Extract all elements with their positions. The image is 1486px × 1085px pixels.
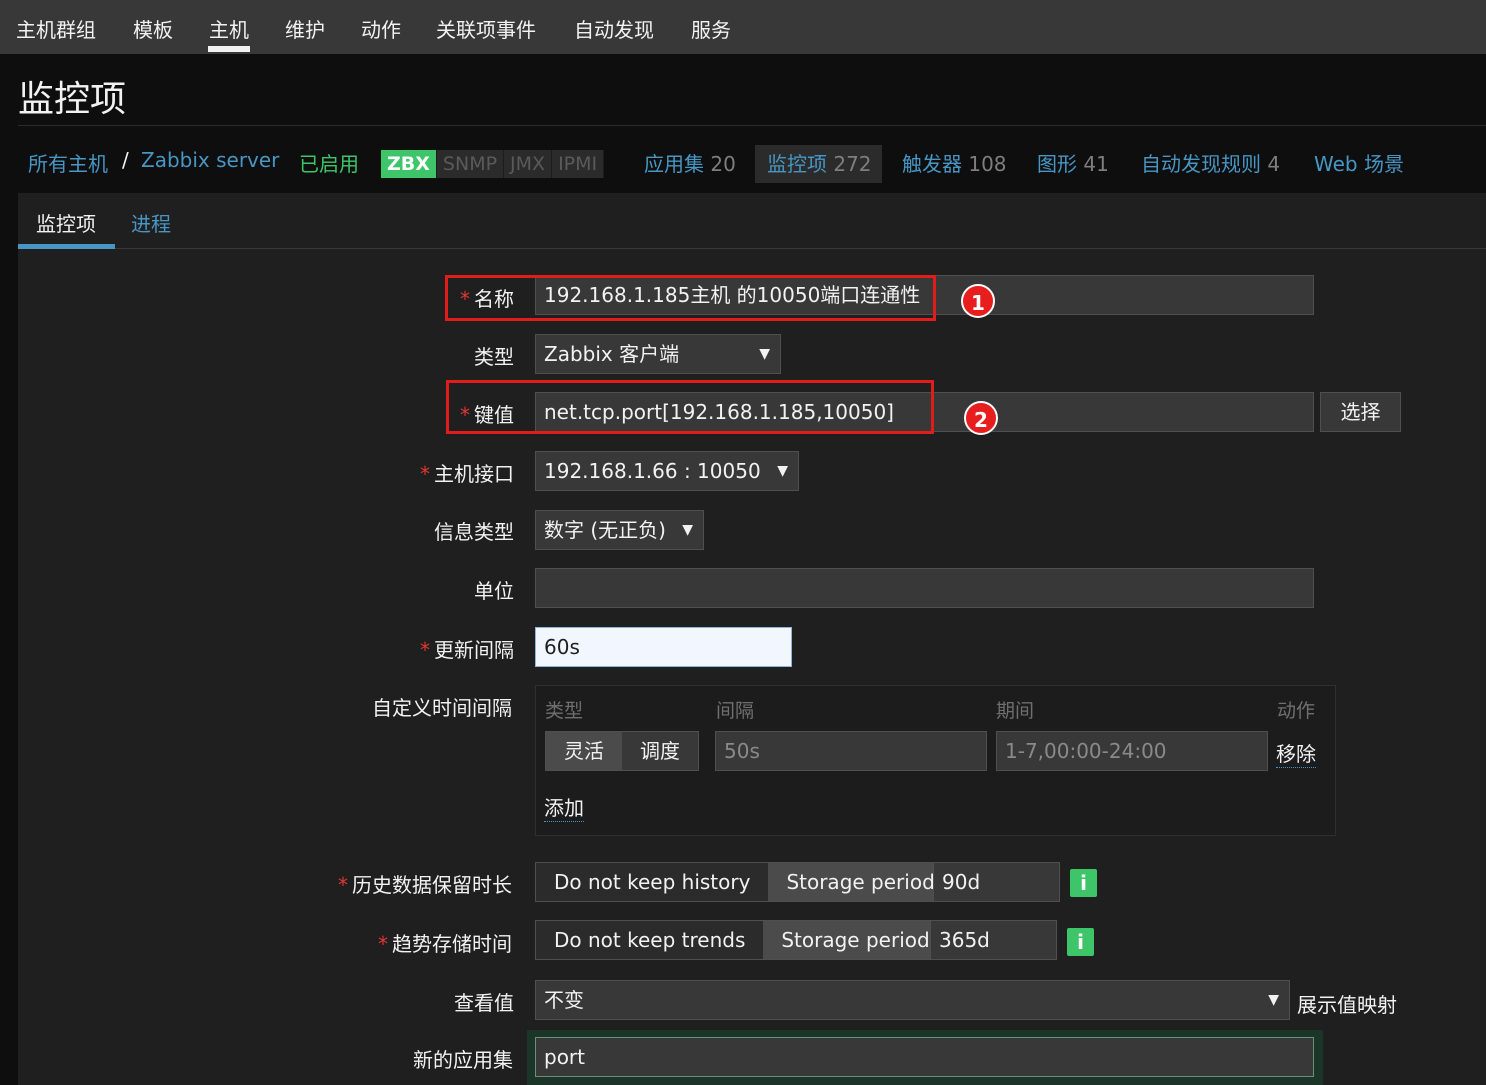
custom-type-toggle: 灵活 调度	[545, 731, 699, 771]
breadcrumb-all-hosts[interactable]: 所有主机	[28, 148, 108, 177]
trends-label: * 趋势存储时间	[378, 932, 512, 956]
custom-col-action: 动作	[1277, 700, 1316, 722]
nav-active-indicator	[208, 46, 250, 52]
trends-period-input[interactable]: 365d	[930, 920, 1057, 960]
history-label: * 历史数据保留时长	[338, 873, 512, 897]
zbx-badge: ZBX	[381, 150, 437, 178]
interval-label: * 更新间隔	[420, 638, 514, 662]
tab-item[interactable]: 监控项	[36, 208, 96, 237]
history-mode-toggle: Do not keep history Storage period	[535, 862, 954, 902]
custom-period-input[interactable]: 1-7,00:00-24:00	[996, 731, 1268, 771]
new-app-input[interactable]: port	[535, 1037, 1314, 1077]
breadcrumb-separator: /	[122, 148, 129, 172]
history-period-input[interactable]: 90d	[933, 862, 1060, 902]
page-title: 监控项	[18, 79, 127, 120]
custom-col-interval: 间隔	[716, 700, 755, 722]
breadcrumb-discovery-rules[interactable]: 自动发现规则 4	[1141, 148, 1280, 177]
flexible-option[interactable]: 灵活	[546, 732, 622, 770]
graphs-label: 图形	[1037, 152, 1077, 176]
items-label: 监控项	[767, 152, 827, 176]
nav-services[interactable]: 服务	[691, 14, 731, 43]
jmx-badge: JMX	[504, 150, 553, 178]
nav-hosts[interactable]: 主机	[209, 14, 249, 43]
nav-host-groups[interactable]: 主机群组	[16, 14, 96, 43]
nav-correlation[interactable]: 关联项事件	[436, 14, 536, 43]
triggers-label: 触发器	[902, 152, 962, 176]
breadcrumb-host[interactable]: Zabbix server	[141, 148, 279, 172]
interval-input[interactable]: 60s	[535, 627, 792, 667]
info-icon[interactable]: i	[1067, 928, 1094, 956]
interface-label: * 主机接口	[420, 462, 514, 486]
info-icon[interactable]: i	[1070, 869, 1097, 897]
interface-select[interactable]: 192.168.1.66 : 10050	[535, 451, 799, 491]
history-no-keep-option[interactable]: Do not keep history	[536, 863, 769, 901]
custom-remove-link[interactable]: 移除	[1276, 738, 1316, 768]
nav-actions[interactable]: 动作	[361, 14, 401, 43]
breadcrumb-graphs[interactable]: 图形 41	[1037, 148, 1109, 177]
custom-interval-input[interactable]: 50s	[715, 731, 987, 771]
type-label: 类型	[474, 345, 514, 369]
applications-count: 20	[710, 152, 736, 176]
nav-templates[interactable]: 模板	[133, 14, 173, 43]
key-select-button[interactable]: 选择	[1320, 392, 1401, 432]
top-navigation: 主机群组 模板 主机 维护 动作 关联项事件 自动发现 服务	[0, 0, 1486, 54]
tab-preprocessing[interactable]: 进程	[131, 208, 171, 237]
trends-mode-toggle: Do not keep trends Storage period	[535, 920, 949, 960]
tabs-bar	[18, 193, 1486, 249]
new-app-label: 新的应用集	[413, 1048, 513, 1072]
graphs-count: 41	[1083, 152, 1109, 176]
breadcrumb-items[interactable]: 监控项 272	[767, 148, 872, 177]
title-divider	[18, 125, 1486, 126]
units-input[interactable]	[535, 568, 1314, 608]
breadcrumb-applications[interactable]: 应用集 20	[644, 148, 736, 177]
discovery-count: 4	[1267, 152, 1281, 176]
applications-label: 应用集	[644, 152, 704, 176]
nav-discovery[interactable]: 自动发现	[574, 14, 654, 43]
snmp-badge: SNMP	[436, 150, 505, 178]
ipmi-badge: IPMI	[552, 150, 605, 178]
host-status[interactable]: 已启用	[299, 148, 359, 177]
annotation-box-2	[446, 380, 934, 434]
nav-maintenance[interactable]: 维护	[285, 14, 325, 43]
valuemap-select[interactable]: 不变	[535, 980, 1290, 1020]
annotation-badge-2: 2	[964, 401, 998, 435]
valuemap-link[interactable]: 展示值映射	[1297, 989, 1397, 1018]
availability-badges: ZBX SNMP JMX IPMI	[381, 150, 605, 178]
annotation-box-1	[445, 275, 936, 321]
items-count: 272	[833, 152, 872, 176]
valuemap-label: 查看值	[454, 991, 514, 1015]
annotation-badge-1: 1	[961, 284, 995, 318]
type-select[interactable]: Zabbix 客户端	[535, 334, 781, 374]
custom-col-period: 期间	[996, 700, 1035, 722]
info-type-label: 信息类型	[434, 520, 514, 544]
custom-add-link[interactable]: 添加	[544, 792, 584, 822]
scheduling-option[interactable]: 调度	[622, 732, 698, 770]
trends-no-keep-option[interactable]: Do not keep trends	[536, 921, 764, 959]
trends-storage-option[interactable]: Storage period	[763, 921, 948, 959]
custom-intervals-label: 自定义时间间隔	[372, 696, 512, 720]
info-type-select[interactable]: 数字 (无正负)	[535, 510, 704, 550]
discovery-label: 自动发现规则	[1141, 152, 1261, 176]
breadcrumb-web-scenarios[interactable]: Web 场景	[1314, 148, 1404, 177]
custom-col-type: 类型	[545, 700, 584, 722]
history-storage-option[interactable]: Storage period	[768, 863, 953, 901]
triggers-count: 108	[968, 152, 1007, 176]
units-label: 单位	[474, 579, 514, 603]
breadcrumb-triggers[interactable]: 触发器 108	[902, 148, 1007, 177]
